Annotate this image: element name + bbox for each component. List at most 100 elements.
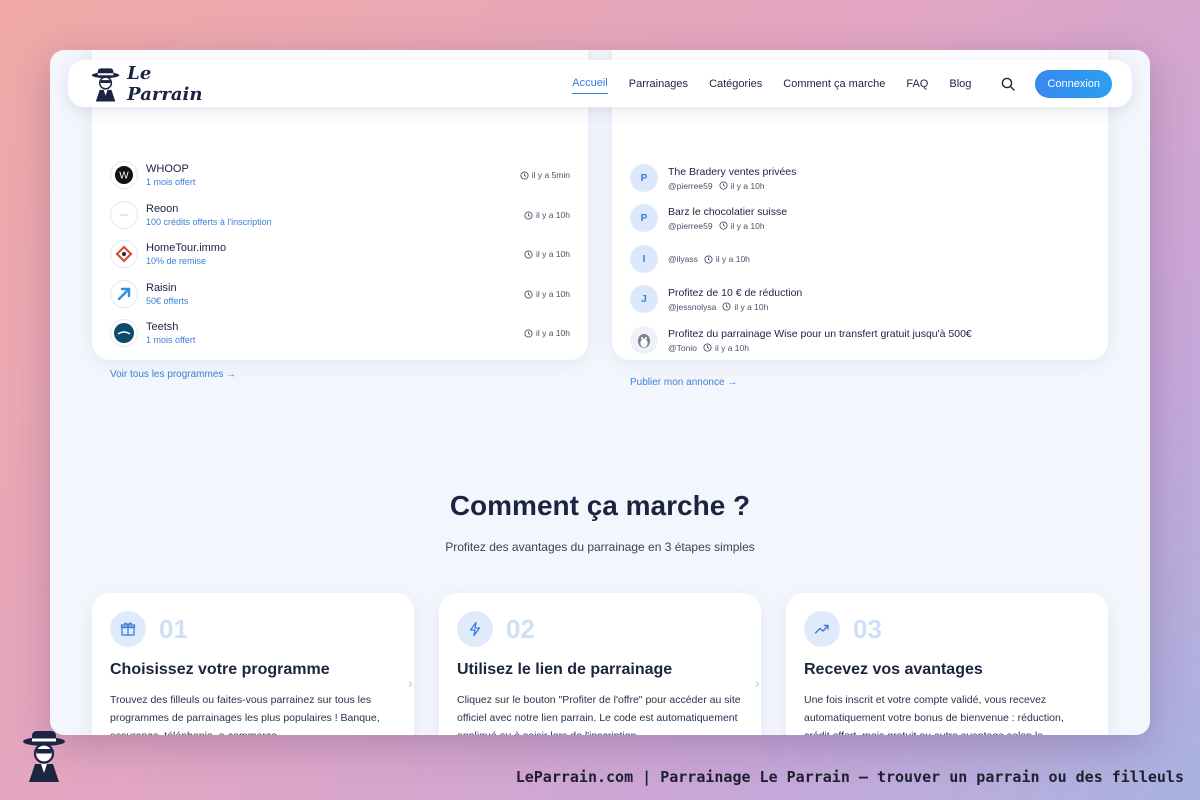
clock-icon xyxy=(718,181,728,190)
program-name: Teetsh xyxy=(146,321,179,333)
how-it-works-title: Comment ça marche ? xyxy=(449,490,751,521)
svg-text:W: W xyxy=(119,171,129,182)
program-offer: 10% de remise xyxy=(146,256,207,266)
program-time: il y a 10h xyxy=(524,328,570,338)
search-button[interactable] xyxy=(999,75,1017,93)
reoon-logo xyxy=(110,201,138,229)
step-card-2: 02 Utilisez le lien de parrainage Clique… xyxy=(439,593,761,735)
post-time: il y a 10h xyxy=(722,302,768,312)
mafia-man-icon xyxy=(91,67,120,102)
whoop-logo: W xyxy=(110,161,138,189)
nav-link-categories[interactable]: Catégories xyxy=(709,74,762,94)
post-user: @ilyass xyxy=(668,254,698,264)
clock-icon xyxy=(704,254,713,264)
avatar xyxy=(630,326,658,354)
post-user: @Tonio xyxy=(668,342,697,353)
avatar: J xyxy=(630,285,658,313)
how-it-works-subtitle: Profitez des avantages du parrainage en … xyxy=(445,540,755,554)
program-row[interactable]: Teetsh 1 mois offert il y a 10h xyxy=(110,316,570,350)
program-offer: 100 crédits offerts à l'inscription xyxy=(146,217,272,227)
nav-link-comment-ca-marche[interactable]: Comment ça marche xyxy=(783,74,885,94)
step-card-1: 01 Choisissez votre programme Trouvez de… xyxy=(92,593,414,735)
clock-icon xyxy=(718,221,728,230)
post-title: The Bradery ventes privées xyxy=(668,165,797,178)
lightning-icon xyxy=(457,611,493,647)
post-time: il y a 10h xyxy=(718,181,765,191)
chevron-right-icon: › xyxy=(755,675,760,691)
avatar: P xyxy=(630,164,658,192)
clock-icon xyxy=(703,343,712,352)
search-icon xyxy=(1002,77,1016,91)
program-row[interactable]: Raisin 50€ offerts il y a 10h xyxy=(110,277,570,311)
step-description: Cliquez sur le bouton "Profiter de l'off… xyxy=(457,694,741,735)
site-logo[interactable]: Le Parrain xyxy=(90,63,230,105)
program-name: HomeTour.immo xyxy=(146,242,227,254)
chevron-right-icon: › xyxy=(408,675,413,691)
clock-icon xyxy=(524,210,533,220)
step-title: Recevez vos avantages xyxy=(804,661,983,678)
nav-link-parrainages[interactable]: Parrainages xyxy=(629,74,688,94)
nav-links: Accueil Parrainages Catégories Comment ç… xyxy=(572,73,971,94)
step-title: Choisissez votre programme xyxy=(110,661,330,678)
program-offer: 50€ offerts xyxy=(146,296,189,306)
corner-logo xyxy=(18,728,70,787)
program-time: il y a 10h xyxy=(524,210,570,220)
post-user: @jessnolysa xyxy=(668,301,717,312)
program-name: Raisin xyxy=(146,282,177,294)
trending-up-icon xyxy=(804,611,840,647)
teetsh-logo xyxy=(110,319,138,347)
step-description: Une fois inscrit et votre compte validé,… xyxy=(804,694,1064,735)
step-number: 02 xyxy=(506,613,535,644)
navbar: Le Parrain Accueil Parrainages Catégorie… xyxy=(68,60,1132,107)
step-title: Utilisez le lien de parrainage xyxy=(457,661,673,678)
penguin-avatar-icon xyxy=(638,334,650,348)
step-number: 03 xyxy=(853,613,882,644)
post-row[interactable]: J Profitez de 10 € de réduction @jessnol… xyxy=(630,283,1090,315)
post-time: il y a 10h xyxy=(704,254,750,264)
avatar: P xyxy=(630,204,658,232)
nav-link-faq[interactable]: FAQ xyxy=(906,74,928,94)
step-description: Trouvez des filleuls ou faites-vous parr… xyxy=(110,694,380,735)
clock-icon xyxy=(722,302,731,311)
clock-icon xyxy=(524,289,533,299)
program-row[interactable]: Reoon 100 crédits offerts à l'inscriptio… xyxy=(110,198,570,232)
publish-ad-link[interactable]: Publier mon annonce → xyxy=(630,377,737,388)
page-caption: LeParrain.com | Parrainage Le Parrain — … xyxy=(515,768,1184,786)
nav-link-accueil[interactable]: Accueil xyxy=(572,73,608,94)
program-offer: 1 mois offert xyxy=(146,335,196,345)
post-time: il y a 10h xyxy=(703,343,749,353)
hometour-logo xyxy=(110,240,138,268)
clock-icon xyxy=(524,249,533,259)
raisin-logo xyxy=(110,280,138,308)
post-title: Profitez du parrainage Wise pour un tran… xyxy=(668,327,972,340)
see-all-programs-link[interactable]: Voir tous les programmes → xyxy=(110,369,236,380)
step-number: 01 xyxy=(159,613,188,644)
nav-link-blog[interactable]: Blog xyxy=(949,74,971,94)
step-card-3: 03 Recevez vos avantages Une fois inscri… xyxy=(786,593,1108,735)
program-name: WHOOP xyxy=(146,163,189,175)
post-user: @pierree59 xyxy=(668,180,713,191)
program-time: il y a 10h xyxy=(524,249,570,259)
gift-icon xyxy=(110,611,146,647)
login-button[interactable]: Connexion xyxy=(1035,69,1112,98)
clock-icon xyxy=(520,170,529,180)
post-title: Barz le chocolatier suisse xyxy=(668,205,788,218)
program-row[interactable]: W WHOOP 1 mois offert il y a 5min xyxy=(110,158,570,192)
program-row[interactable]: HomeTour.immo 10% de remise il y a 10h xyxy=(110,237,570,271)
program-time: il y a 10h xyxy=(524,289,570,299)
post-title: Profitez de 10 € de réduction xyxy=(668,286,803,299)
logo-text: Le Parrain xyxy=(127,62,203,105)
post-user: @pierree59 xyxy=(668,220,713,231)
mafia-man-icon xyxy=(23,731,65,782)
avatar: I xyxy=(630,245,658,273)
program-offer: 1 mois offert xyxy=(146,177,196,187)
post-row[interactable]: P The Bradery ventes privées @pierree59 … xyxy=(630,162,1090,194)
program-name: Reoon xyxy=(146,203,179,215)
clock-icon xyxy=(524,328,533,338)
browser-window: Le Parrain Accueil Parrainages Catégorie… xyxy=(50,50,1150,735)
post-row[interactable]: P Barz le chocolatier suisse @pierree59 … xyxy=(630,202,1090,234)
post-row[interactable]: Profitez du parrainage Wise pour un tran… xyxy=(630,324,1090,356)
program-time: il y a 5min xyxy=(520,170,570,180)
post-row[interactable]: I @ilyass il y a 10h xyxy=(630,243,1090,275)
post-time: il y a 10h xyxy=(718,221,765,231)
